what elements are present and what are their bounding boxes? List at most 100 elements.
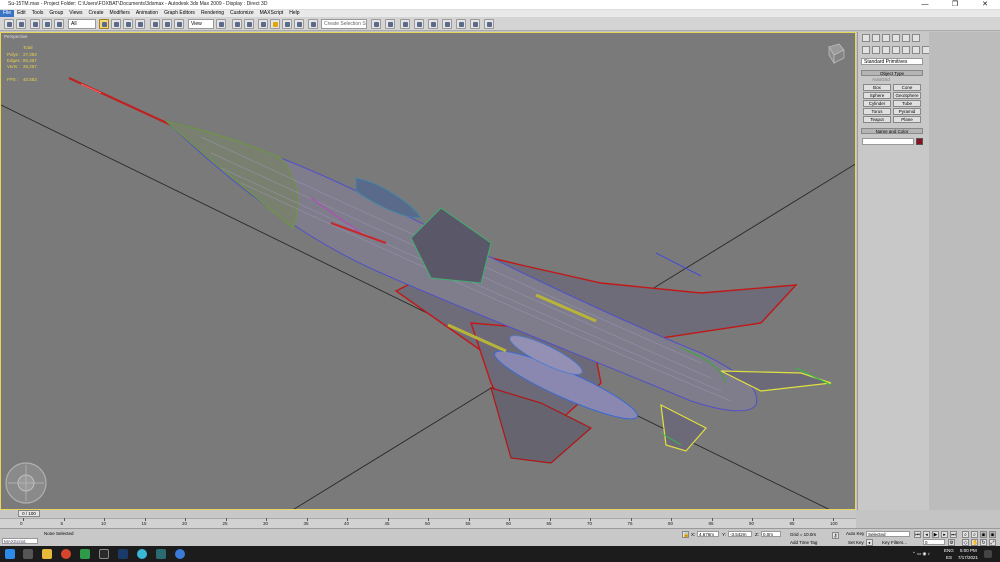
- browser-icon[interactable]: [175, 549, 185, 559]
- key-mode-dropdown[interactable]: Selected: [866, 531, 910, 537]
- task-view-icon[interactable]: [23, 549, 33, 559]
- tube-button[interactable]: Tube: [893, 100, 921, 107]
- mirror-icon[interactable]: [371, 19, 381, 29]
- shapes-icon[interactable]: [872, 46, 880, 54]
- cameras-icon[interactable]: [892, 46, 900, 54]
- language-bottom[interactable]: ES: [946, 555, 952, 560]
- zoom-extents-icon[interactable]: ▣: [980, 531, 987, 538]
- geosphere-button[interactable]: GeoSphere: [893, 92, 921, 99]
- menu-group[interactable]: Group: [46, 10, 66, 17]
- name-and-color-rollout[interactable]: Name and Color: [861, 128, 923, 134]
- select-manipulate-icon[interactable]: [232, 19, 242, 29]
- create-tab-icon[interactable]: [862, 34, 870, 42]
- sphere-button[interactable]: Sphere: [863, 92, 891, 99]
- time-config-icon[interactable]: ⚙: [948, 539, 955, 546]
- curve-editor-icon[interactable]: [414, 19, 424, 29]
- y-coord-field[interactable]: -3.542m: [728, 531, 752, 537]
- pivot-center-icon[interactable]: [216, 19, 226, 29]
- select-link-icon[interactable]: [30, 19, 40, 29]
- set-key-icon[interactable]: ●: [866, 539, 873, 546]
- schematic-view-icon[interactable]: [428, 19, 438, 29]
- cylinder-button[interactable]: Cylinder: [863, 100, 891, 107]
- move-icon[interactable]: [150, 19, 160, 29]
- rectangular-selection-icon[interactable]: [123, 19, 133, 29]
- spinner-snap-icon[interactable]: [294, 19, 304, 29]
- viewcube-icon[interactable]: [828, 43, 845, 65]
- utilities-tab-icon[interactable]: [912, 34, 920, 42]
- window-crossing-icon[interactable]: [135, 19, 145, 29]
- unlink-icon[interactable]: [42, 19, 52, 29]
- render-setup-icon[interactable]: [456, 19, 466, 29]
- menu-maxscript[interactable]: MAXScript: [257, 10, 287, 17]
- time-slider-track[interactable]: [0, 510, 856, 518]
- play-icon[interactable]: ▶: [932, 531, 939, 538]
- auto-key-button[interactable]: Auto Key: [846, 531, 864, 536]
- orbit-icon[interactable]: ↻: [980, 539, 987, 546]
- menu-file[interactable]: File: [0, 10, 15, 17]
- rendered-frame-window-icon[interactable]: [470, 19, 480, 29]
- rotate-icon[interactable]: [162, 19, 172, 29]
- helpers-icon[interactable]: [902, 46, 910, 54]
- undo-icon[interactable]: [4, 19, 14, 29]
- pan-icon[interactable]: ✋: [971, 539, 978, 546]
- torus-button[interactable]: Torus: [863, 108, 891, 115]
- space-warps-icon[interactable]: [912, 46, 920, 54]
- snaps-toggle-icon[interactable]: [258, 19, 268, 29]
- app3-icon[interactable]: [137, 549, 147, 559]
- x-coord-field[interactable]: 4.676m: [697, 531, 719, 537]
- go-to-start-icon[interactable]: ⏮: [914, 531, 921, 538]
- go-to-end-icon[interactable]: ⏭: [950, 531, 957, 538]
- pyramid-button[interactable]: Pyramid: [893, 108, 921, 115]
- z-coord-field[interactable]: 0.0m: [761, 531, 781, 537]
- tray-icons[interactable]: ⌃ ▭ ◉ ♪: [912, 551, 930, 557]
- reference-coordinate-dropdown[interactable]: View: [188, 19, 214, 29]
- keyboard-shortcut-icon[interactable]: [244, 19, 254, 29]
- file-explorer-icon[interactable]: [42, 549, 52, 559]
- app2-icon[interactable]: [99, 549, 109, 559]
- box-button[interactable]: Box: [863, 84, 891, 91]
- hierarchy-tab-icon[interactable]: [882, 34, 890, 42]
- edit-named-selection-icon[interactable]: [308, 19, 318, 29]
- object-type-rollout[interactable]: Object Type: [861, 70, 923, 76]
- lights-icon[interactable]: [882, 46, 890, 54]
- select-by-name-icon[interactable]: [111, 19, 121, 29]
- menu-tools[interactable]: Tools: [29, 10, 47, 17]
- autogrid-checkbox[interactable]: AutoGrid: [872, 77, 890, 82]
- app-icon[interactable]: [80, 549, 90, 559]
- redo-icon[interactable]: [16, 19, 26, 29]
- close-button[interactable]: ✕: [970, 0, 1000, 10]
- quick-render-icon[interactable]: [484, 19, 494, 29]
- angle-snap-icon[interactable]: [270, 19, 280, 29]
- menu-customize[interactable]: Customize: [227, 10, 257, 17]
- maxscript-listener[interactable]: MAXScript.: [2, 538, 38, 544]
- teapot-button[interactable]: Teapot: [863, 116, 891, 123]
- plane-button[interactable]: Plane: [893, 116, 921, 123]
- language-top[interactable]: ENG: [944, 548, 954, 553]
- notifications-icon[interactable]: [984, 550, 992, 558]
- named-selection-set-dropdown[interactable]: Create Selection Set: [321, 19, 367, 29]
- material-editor-icon[interactable]: [442, 19, 452, 29]
- menu-views[interactable]: Views: [66, 10, 85, 17]
- steering-wheel-icon[interactable]: [5, 462, 47, 504]
- cone-button[interactable]: Cone: [893, 84, 921, 91]
- display-tab-icon[interactable]: [902, 34, 910, 42]
- select-object-icon[interactable]: [99, 19, 109, 29]
- key-filters-button[interactable]: Key Filters...: [882, 540, 907, 545]
- modify-tab-icon[interactable]: [872, 34, 880, 42]
- maximize-button[interactable]: ❐: [940, 0, 970, 10]
- chrome-icon[interactable]: [61, 549, 71, 559]
- clock-date[interactable]: 7/17/2021: [958, 555, 978, 560]
- object-color-swatch[interactable]: [916, 138, 923, 145]
- minimize-button[interactable]: —: [910, 0, 940, 10]
- key-icon[interactable]: ⚷: [832, 532, 839, 539]
- previous-frame-icon[interactable]: ◂: [923, 531, 930, 538]
- zoom-all-icon[interactable]: ⌕: [971, 531, 978, 538]
- 3dsmax-icon[interactable]: [156, 549, 166, 559]
- maximize-viewport-icon[interactable]: ⤢: [989, 539, 996, 546]
- perspective-viewport[interactable]: Perspective Total Polys : 27,393 Edges :…: [0, 32, 856, 510]
- object-name-field[interactable]: [862, 138, 914, 145]
- menu-graph-editors[interactable]: Graph Editors: [161, 10, 198, 17]
- geometry-icon[interactable]: [862, 46, 870, 54]
- layer-manager-icon[interactable]: [400, 19, 410, 29]
- set-key-button[interactable]: Set Key: [848, 540, 864, 545]
